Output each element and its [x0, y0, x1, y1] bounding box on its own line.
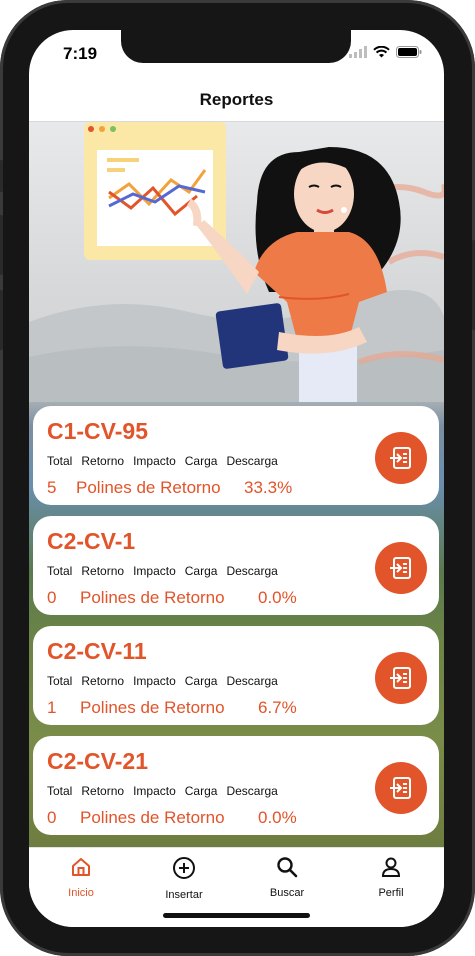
plus-circle-icon [173, 857, 195, 879]
card-code: C2-CV-1 [47, 528, 136, 554]
label-descarga: Descarga [226, 564, 278, 578]
count-value: 5 [47, 478, 57, 497]
label-retorno: Retorno [81, 784, 125, 798]
phone-frame: 7:19 Reportes C1-CV-95 Total Retorno Imp… [0, 0, 475, 956]
card-labels: Total Retorno Impacto Carga Descarga [47, 454, 287, 468]
percent-value: 6.7% [258, 698, 297, 717]
label-retorno: Retorno [81, 674, 125, 688]
label-impacto: Impacto [133, 564, 176, 578]
battery-icon [396, 46, 422, 58]
report-card[interactable]: C2-CV-11 Total Retorno Impacto Carga Des… [33, 626, 439, 725]
tab-label: Buscar [269, 887, 305, 899]
card-code: C1-CV-95 [47, 418, 148, 444]
category-value: Polines de Retorno [76, 478, 221, 497]
signal-icon [349, 46, 367, 58]
user-icon [381, 857, 401, 877]
report-card[interactable]: C1-CV-95 Total Retorno Impacto Carga Des… [33, 406, 439, 505]
label-impacto: Impacto [133, 454, 176, 468]
tab-perfil[interactable]: Perfil [351, 856, 431, 899]
report-enter-icon [390, 447, 411, 469]
presenter-illustration [29, 122, 444, 402]
label-descarga: Descarga [226, 674, 278, 688]
report-card[interactable]: C2-CV-21 Total Retorno Impacto Carga Des… [33, 736, 439, 835]
tab-insertar[interactable]: Insertar [144, 856, 224, 901]
percent-value: 33.3% [244, 478, 293, 497]
tab-label: Inicio [68, 887, 94, 899]
label-total: Total [47, 784, 73, 798]
count-value: 1 [47, 698, 57, 717]
card-code: C2-CV-11 [47, 638, 147, 664]
notch [121, 30, 351, 63]
card-labels: Total Retorno Impacto Carga Descarga [47, 784, 287, 798]
count-value: 0 [47, 808, 57, 827]
home-icon [72, 858, 90, 876]
category-value: Polines de Retorno [80, 698, 225, 717]
open-report-button[interactable] [375, 762, 427, 814]
label-carga: Carga [184, 784, 218, 798]
app-header: Reportes [29, 78, 444, 122]
tab-label: Perfil [378, 887, 404, 899]
home-indicator[interactable] [163, 913, 310, 918]
tab-buscar[interactable]: Buscar [247, 856, 327, 899]
label-total: Total [47, 674, 73, 688]
label-impacto: Impacto [133, 784, 176, 798]
open-report-button[interactable] [375, 652, 427, 704]
percent-value: 0.0% [258, 588, 297, 607]
label-descarga: Descarga [226, 784, 278, 798]
label-carga: Carga [184, 564, 218, 578]
volume-down-button [0, 290, 3, 350]
report-enter-icon [390, 667, 411, 689]
label-retorno: Retorno [81, 454, 125, 468]
content-area: C1-CV-95 Total Retorno Impacto Carga Des… [29, 122, 444, 847]
card-values: 0 Polines de Retorno 0.0% [47, 588, 297, 608]
label-total: Total [47, 564, 73, 578]
label-retorno: Retorno [81, 564, 125, 578]
page-title: Reportes [199, 90, 274, 109]
label-carga: Carga [184, 454, 218, 468]
report-enter-icon [390, 777, 411, 799]
report-enter-icon [390, 557, 411, 579]
hero-illustration [29, 122, 444, 402]
label-descarga: Descarga [226, 454, 278, 468]
mute-switch [0, 160, 3, 192]
label-total: Total [47, 454, 73, 468]
wifi-icon [373, 46, 390, 58]
card-labels: Total Retorno Impacto Carga Descarga [47, 564, 287, 578]
percent-value: 0.0% [258, 808, 297, 827]
tab-inicio[interactable]: Inicio [41, 856, 121, 899]
category-value: Polines de Retorno [80, 588, 225, 607]
card-labels: Total Retorno Impacto Carga Descarga [47, 674, 287, 688]
card-code: C2-CV-21 [47, 748, 148, 774]
tab-label: Insertar [165, 889, 203, 901]
open-report-button[interactable] [375, 432, 427, 484]
report-card[interactable]: C2-CV-1 Total Retorno Impacto Carga Desc… [33, 516, 439, 615]
count-value: 0 [47, 588, 57, 607]
card-values: 0 Polines de Retorno 0.0% [47, 808, 297, 828]
status-icons [349, 46, 422, 58]
label-carga: Carga [184, 674, 218, 688]
card-values: 5 Polines de Retorno 33.3% [47, 478, 292, 498]
label-impacto: Impacto [133, 674, 176, 688]
volume-up-button [0, 215, 3, 275]
screen: 7:19 Reportes C1-CV-95 Total Retorno Imp… [29, 30, 444, 927]
search-icon [277, 857, 298, 878]
category-value: Polines de Retorno [80, 808, 225, 827]
status-time: 7:19 [63, 44, 98, 63]
open-report-button[interactable] [375, 542, 427, 594]
card-values: 1 Polines de Retorno 6.7% [47, 698, 297, 718]
